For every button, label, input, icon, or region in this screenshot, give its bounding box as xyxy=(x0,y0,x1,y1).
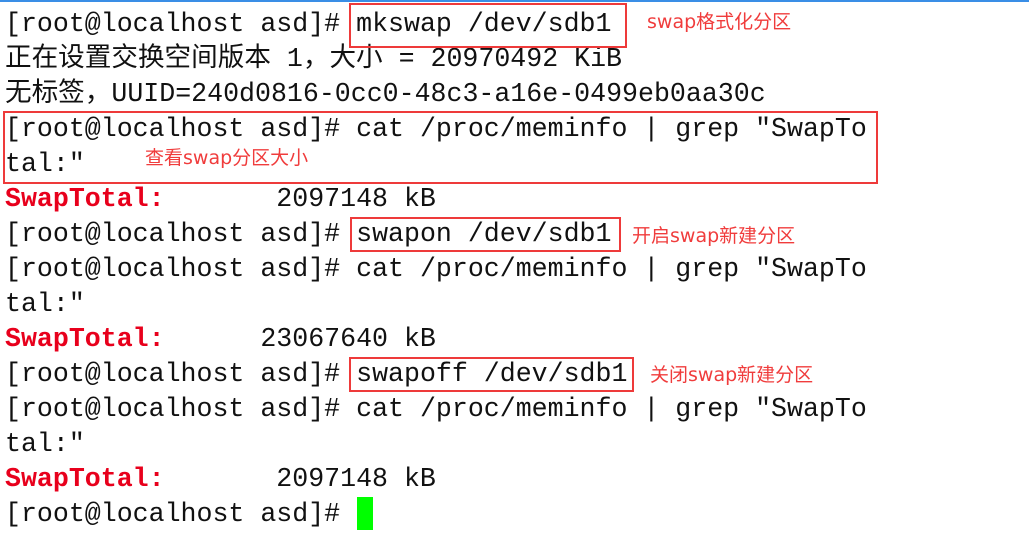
shell-prompt: [root@localhost asd]# xyxy=(5,219,357,249)
swaptotal-line: SwapTotal: 23067640 kB xyxy=(5,322,436,357)
command-line: [root@localhost asd]# xyxy=(5,497,356,532)
command-line: [root@localhost asd]# cat /proc/meminfo … xyxy=(5,252,867,287)
shell-prompt: [root@localhost asd]# xyxy=(5,254,357,284)
highlight-box-mkswap xyxy=(349,3,627,48)
annotation-meminfo: 查看swap分区大小 xyxy=(145,147,309,169)
annotation-swapon: 开启swap新建分区 xyxy=(632,225,796,247)
command-text: cat /proc/meminfo | grep "SwapTo xyxy=(356,254,867,284)
shell-prompt: [root@localhost asd]# xyxy=(5,359,357,389)
output-line: 无标签，UUID=240d0816-0cc0-48c3-a16e-0499eb0… xyxy=(5,79,766,109)
swaptotal-label: SwapTotal: xyxy=(5,184,165,214)
command-text: cat /proc/meminfo | grep "SwapTo xyxy=(356,394,867,424)
annotation-swapoff: 关闭swap新建分区 xyxy=(650,364,814,386)
swaptotal-value: 2097148 kB xyxy=(164,184,436,214)
command-line: [root@localhost asd]# cat /proc/meminfo … xyxy=(5,392,867,427)
swaptotal-value: 23067640 kB xyxy=(164,324,436,354)
output-line: tal:" xyxy=(5,289,85,319)
shell-prompt: [root@localhost asd]# xyxy=(5,394,357,424)
swaptotal-line: SwapTotal: 2097148 kB xyxy=(5,182,436,217)
window-top-border xyxy=(0,0,1029,2)
shell-prompt: [root@localhost asd]# xyxy=(5,499,357,529)
swaptotal-label: SwapTotal: xyxy=(5,464,165,494)
highlight-box-meminfo xyxy=(3,111,878,184)
swaptotal-line: SwapTotal: 2097148 kB xyxy=(5,462,436,497)
highlight-box-swapon xyxy=(350,217,621,252)
annotation-mkswap: swap格式化分区 xyxy=(647,11,792,33)
shell-prompt: [root@localhost asd]# xyxy=(5,9,357,39)
terminal-cursor xyxy=(357,497,373,530)
output-line: tal:" xyxy=(5,429,85,459)
highlight-box-swapoff xyxy=(349,357,634,392)
swaptotal-label: SwapTotal: xyxy=(5,324,165,354)
swaptotal-value: 2097148 kB xyxy=(164,464,436,494)
